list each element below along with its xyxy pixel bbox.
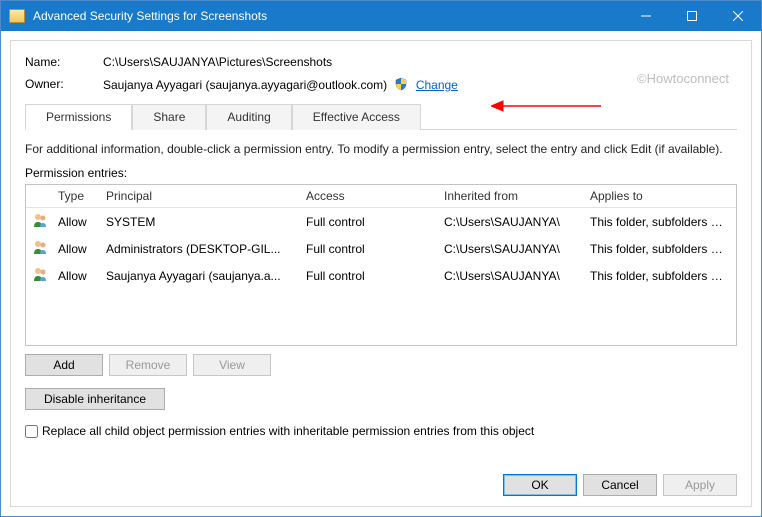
window-title: Advanced Security Settings for Screensho… <box>33 9 623 23</box>
cell-access: Full control <box>298 211 436 233</box>
owner-row: Owner: Saujanya Ayyagari (saujanya.ayyag… <box>25 77 737 92</box>
person-icon <box>32 266 48 282</box>
dialog-footer: OK Cancel Apply <box>503 474 737 496</box>
name-row: Name: C:\Users\SAUJANYA\Pictures\Screens… <box>25 55 737 69</box>
owner-value: Saujanya Ayyagari (saujanya.ayyagari@out… <box>103 77 737 92</box>
tab-auditing[interactable]: Auditing <box>206 104 291 130</box>
tabs: Permissions Share Auditing Effective Acc… <box>25 104 737 130</box>
col-inherited[interactable]: Inherited from <box>436 185 582 207</box>
cell-inherited: C:\Users\SAUJANYA\ <box>436 265 582 287</box>
cell-applies: This folder, subfolders and files <box>582 265 736 287</box>
close-button[interactable] <box>715 1 761 31</box>
shield-icon <box>394 77 408 91</box>
help-text: For additional information, double-click… <box>25 142 737 156</box>
tab-permissions[interactable]: Permissions <box>25 104 132 130</box>
col-access[interactable]: Access <box>298 185 436 207</box>
change-owner-link[interactable]: Change <box>416 78 458 92</box>
main-panel: ©Howtoconnect Name: C:\Users\SAUJANYA\Pi… <box>10 40 752 507</box>
entries-box: . Type Principal Access Inherited from A… <box>25 184 737 346</box>
owner-text: Saujanya Ayyagari (saujanya.ayyagari@out… <box>103 78 387 92</box>
replace-row: Replace all child object permission entr… <box>25 424 737 438</box>
cell-access: Full control <box>298 238 436 260</box>
replace-label[interactable]: Replace all child object permission entr… <box>42 424 534 438</box>
cell-principal: Administrators (DESKTOP-GIL... <box>98 238 298 260</box>
tab-effective-access[interactable]: Effective Access <box>292 104 421 130</box>
name-label: Name: <box>25 55 103 69</box>
titlebar: Advanced Security Settings for Screensho… <box>1 1 761 31</box>
maximize-button[interactable] <box>669 1 715 31</box>
cell-applies: This folder, subfolders and files <box>582 238 736 260</box>
minimize-button[interactable] <box>623 1 669 31</box>
cell-type: Allow <box>50 238 98 260</box>
folder-icon <box>9 9 25 23</box>
replace-checkbox[interactable] <box>25 425 38 438</box>
cell-access: Full control <box>298 265 436 287</box>
person-icon <box>32 212 48 228</box>
disable-inheritance-button[interactable]: Disable inheritance <box>25 388 165 410</box>
col-type[interactable]: Type <box>50 185 98 207</box>
tab-content: For additional information, double-click… <box>25 130 737 438</box>
apply-button[interactable]: Apply <box>663 474 737 496</box>
col-principal[interactable]: Principal <box>98 185 298 207</box>
inheritance-row: Disable inheritance <box>25 388 737 410</box>
remove-button[interactable]: Remove <box>109 354 187 376</box>
person-icon <box>32 239 48 255</box>
ok-button[interactable]: OK <box>503 474 577 496</box>
entries-label: Permission entries: <box>25 166 737 180</box>
entry-buttons: Add Remove View <box>25 354 737 376</box>
table-row[interactable]: Allow Administrators (DESKTOP-GIL... Ful… <box>26 235 736 262</box>
owner-label: Owner: <box>25 77 103 92</box>
entries-header: . Type Principal Access Inherited from A… <box>26 185 736 208</box>
cell-type: Allow <box>50 265 98 287</box>
view-button[interactable]: View <box>193 354 271 376</box>
add-button[interactable]: Add <box>25 354 103 376</box>
tab-share[interactable]: Share <box>132 104 206 130</box>
cancel-button[interactable]: Cancel <box>583 474 657 496</box>
cell-inherited: C:\Users\SAUJANYA\ <box>436 238 582 260</box>
cell-inherited: C:\Users\SAUJANYA\ <box>436 211 582 233</box>
window-controls <box>623 1 761 31</box>
cell-principal: SYSTEM <box>98 211 298 233</box>
cell-principal: Saujanya Ayyagari (saujanya.a... <box>98 265 298 287</box>
cell-type: Allow <box>50 211 98 233</box>
col-applies[interactable]: Applies to <box>582 185 736 207</box>
cell-applies: This folder, subfolders and files <box>582 211 736 233</box>
table-row[interactable]: Allow SYSTEM Full control C:\Users\SAUJA… <box>26 208 736 235</box>
name-value: C:\Users\SAUJANYA\Pictures\Screenshots <box>103 55 737 69</box>
table-row[interactable]: Allow Saujanya Ayyagari (saujanya.a... F… <box>26 262 736 289</box>
